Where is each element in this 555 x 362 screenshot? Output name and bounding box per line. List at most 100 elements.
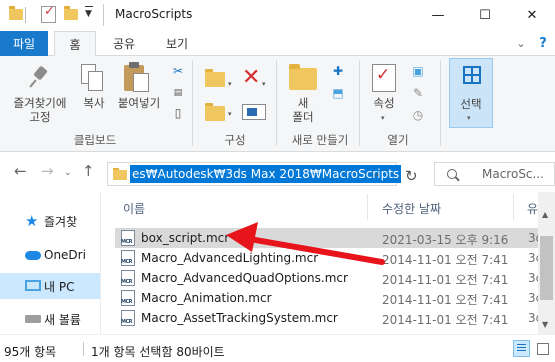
file-row[interactable]: Macro_AdvancedQuadOptions.mcr 2014-11-01… [115,268,538,288]
new-folder-quick-icon[interactable] [64,6,78,20]
copy-to-icon[interactable] [205,103,225,121]
column-header-date[interactable]: 수정한 날짜 [382,200,441,217]
tab-view[interactable]: 보기 [152,31,202,56]
nav-item-label: OneDri [44,248,86,262]
file-row[interactable]: Macro_Animation.mcr 2014-11-01 오전 7:41 3… [115,288,538,308]
column-separator[interactable] [513,194,514,220]
recent-locations-icon[interactable]: ⌄ [64,168,72,178]
select-button[interactable]: 선택 ▾ [449,58,493,128]
mcr-file-icon [121,310,135,326]
address-bar[interactable]: es₩Autodesk₩3ds Max 2018₩MacroScripts [107,162,402,186]
large-icons-view-icon[interactable] [534,340,551,357]
customize-quick-access-icon[interactable]: ▼ [85,6,93,19]
file-list: 이름 수정한 날짜 유 box_script.mcr 2021-03-15 오후… [101,192,538,334]
chevron-down-icon[interactable]: ▾ [381,114,385,122]
nav-item-label: 새 볼륨 [44,312,81,327]
forward-arrow-icon[interactable]: → [41,162,54,180]
new-folder-label-line2: 폴더 [292,110,314,124]
nav-item-new-volume[interactable]: 새 볼륨 [0,306,100,332]
address-path-text[interactable]: es₩Autodesk₩3ds Max 2018₩MacroScripts [130,165,402,183]
paste-shortcut-icon[interactable]: ▯ [170,106,186,120]
group-separator [192,60,193,146]
mcr-file-icon [121,290,135,306]
file-name: Macro_AdvancedLighting.mcr [141,251,319,265]
properties-button[interactable]: 속성 [366,96,402,110]
minimize-button[interactable]: — [415,0,461,31]
select-grid-icon [463,66,481,84]
file-date: 2021-03-15 오후 9:16 [382,233,509,247]
details-view-icon[interactable] [513,340,530,357]
file-type: 3d [528,311,538,325]
file-type: 3c [528,291,538,305]
scroll-down-icon[interactable]: ▼ [542,320,548,329]
nav-item-onedrive[interactable]: OneDri [0,242,100,268]
column-separator[interactable] [367,194,368,220]
scroll-up-icon[interactable]: ▲ [542,210,548,219]
copy-button[interactable]: 복사 [76,96,112,110]
file-name: box_script.mcr [141,231,230,245]
copy-path-icon[interactable]: ▤ [170,86,186,100]
nav-item-label: 즐겨찾 [44,214,78,229]
search-icon [447,169,457,179]
pin-label-line1: 즐겨찾기에 [13,96,67,110]
easy-access-icon[interactable]: ⬒ [330,86,346,100]
paste-button[interactable]: 붙여넣기 [113,96,165,110]
file-name: Macro_AssetTrackingSystem.mcr [141,311,338,325]
tab-home[interactable]: 홈 [54,31,96,57]
chevron-down-icon: ▾ [467,114,471,122]
tab-share[interactable]: 공유 [100,31,148,56]
column-header-type[interactable]: 유 [527,200,538,217]
mcr-file-icon [121,250,135,266]
scrollbar-thumb[interactable] [540,236,553,300]
file-row[interactable]: Macro_AdvancedLighting.mcr 2014-11-01 오전… [115,248,538,268]
file-row[interactable]: box_script.mcr 2021-03-15 오후 9:16 3d [115,228,538,248]
pin-icon [29,66,51,88]
copy-icon [81,64,105,92]
new-item-icon[interactable]: ✚ [330,64,346,78]
nav-item-quick-access[interactable]: ★ 즐겨찾 [0,208,100,234]
file-type: 3c [528,251,538,265]
maximize-button[interactable]: ☐ [462,0,508,31]
up-arrow-icon[interactable]: ↑ [82,162,95,180]
chevron-down-icon[interactable]: ⌄ [512,34,530,52]
pin-label-line2: 고정 [29,110,51,124]
delete-icon[interactable]: ✕ [242,67,260,89]
file-row[interactable]: Macro_AssetTrackingSystem.mcr 2014-11-01… [115,308,538,328]
status-bar: 95개 항목 1개 항목 선택함 80바이트 [0,334,555,362]
search-placeholder: MacroSc... [482,167,544,181]
open-icon[interactable]: ▣ [410,64,426,78]
clipboard-group-label: 클립보드 [73,133,117,147]
item-count: 95개 항목 [4,345,57,359]
group-separator [359,60,360,146]
close-button[interactable]: ✕ [509,0,555,31]
search-input[interactable]: MacroSc... [434,162,555,186]
new-folder-button[interactable]: 새 폴더 [284,96,322,124]
back-arrow-icon[interactable]: ← [14,162,27,180]
chevron-down-icon[interactable]: ▾ [228,80,232,88]
pin-to-quick-access-button[interactable]: 즐겨찾기에 고정 [6,96,74,124]
address-dropdown-icon[interactable]: ⌄ [373,169,381,179]
properties-quick-icon[interactable]: ✓ [41,4,56,23]
chevron-down-icon[interactable]: ▾ [262,80,266,88]
file-date: 2014-11-01 오전 7:41 [382,293,509,307]
file-name: Macro_AdvancedQuadOptions.mcr [141,271,348,285]
new-folder-label-line1: 새 [297,96,309,110]
move-to-icon[interactable] [205,69,225,87]
group-separator [440,60,441,146]
refresh-icon[interactable]: ↻ [405,167,418,185]
edit-icon[interactable]: ✎ [410,86,426,100]
chevron-down-icon[interactable]: ▾ [228,110,232,118]
history-icon[interactable]: ◷ [410,108,426,122]
nav-item-this-pc[interactable]: 내 PC [0,273,100,299]
vertical-scrollbar[interactable]: ▲ ▼ [538,192,555,334]
navigation-pane: ★ 즐겨찾 OneDri 내 PC 새 볼륨 [0,192,100,334]
tab-file[interactable]: 파일 [0,31,48,56]
select-label: 선택 [460,97,482,111]
folder-icon [113,168,127,180]
column-header-name[interactable]: 이름 [123,200,145,217]
help-icon[interactable]: ? [534,34,552,52]
cut-icon[interactable]: ✂ [170,64,186,78]
group-separator [276,60,277,146]
address-row: ← → ⌄ ↑ es₩Autodesk₩3ds Max 2018₩MacroSc… [0,152,555,192]
rename-icon[interactable] [242,104,266,120]
